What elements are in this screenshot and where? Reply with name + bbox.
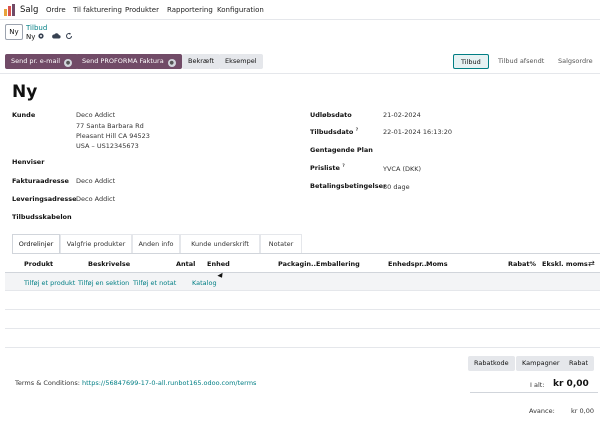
coupon-button[interactable]: Rabatkode <box>468 356 515 371</box>
record-title[interactable]: Ny <box>12 82 37 102</box>
quote-template-label: Tilbudsskabelon <box>12 213 72 221</box>
total-label: I alt: <box>530 381 545 389</box>
customer-country: USA – US12345673 <box>76 142 139 150</box>
expiry-field[interactable]: 21-02-2024 <box>383 111 421 119</box>
menu-konfiguration[interactable]: Konfiguration <box>217 6 264 14</box>
new-button[interactable]: Ny <box>5 24 23 40</box>
tab-kunde-underskrift[interactable]: Kunde underskrift <box>180 234 260 253</box>
menu-ordre[interactable]: Ordre <box>46 6 66 14</box>
delivery-address-field[interactable]: Deco Addict <box>76 195 115 203</box>
col-antal[interactable]: Antal <box>176 260 195 268</box>
discard-icon[interactable] <box>65 32 73 40</box>
col-moms[interactable]: Moms <box>426 260 448 268</box>
breadcrumb-parent[interactable]: Tilbud <box>26 24 47 32</box>
status-tilbud[interactable]: Tilbud <box>453 54 489 69</box>
delivery-address-label: Leveringsadresse <box>12 195 77 203</box>
total-value: kr 0,00 <box>553 379 589 389</box>
pricelist-label: Prisliste ? <box>310 164 345 173</box>
tab-divider <box>12 253 600 254</box>
col-emballering[interactable]: Emballering <box>316 260 360 268</box>
total-divider <box>470 392 598 393</box>
menu-produkter[interactable]: Produkter <box>125 6 159 14</box>
gear-icon[interactable] <box>37 32 45 40</box>
customer-city: Pleasant Hill CA 94523 <box>76 132 150 140</box>
margin-label: Avance: <box>529 407 555 415</box>
quote-date-field[interactable]: 22-01-2024 16:13:20 <box>383 128 452 136</box>
customer-name[interactable]: Deco Addict <box>76 111 115 119</box>
col-rabat[interactable]: Rabat% <box>508 260 536 268</box>
pricelist-field[interactable]: YVCA (DKK) <box>383 165 421 173</box>
payment-terms-field[interactable]: 30 dage <box>383 183 410 191</box>
shortcut-icon: ● <box>64 59 73 67</box>
divider <box>0 73 600 74</box>
col-produkt[interactable]: Produkt <box>24 260 53 268</box>
quote-date-label: Tilbudsdato ? <box>310 128 359 137</box>
row-divider <box>5 290 600 291</box>
confirm-button[interactable]: Bekræft <box>182 54 220 69</box>
payment-terms-label: Betalingsbetingelser <box>310 182 387 190</box>
expiry-label: Udløbsdato <box>310 111 352 119</box>
col-beskrivelse[interactable]: Beskrivelse <box>88 260 130 268</box>
add-note-link[interactable]: Tilføj et notat <box>133 279 176 287</box>
sales-app-icon[interactable] <box>4 4 16 16</box>
recurring-plan-label: Gentagende Plan <box>310 146 373 154</box>
breadcrumb-current: Ny <box>26 33 36 41</box>
customer-street: 77 Santa Barbara Rd <box>76 122 144 130</box>
app-name[interactable]: Salg <box>20 5 38 15</box>
invoice-address-label: Fakturaadresse <box>12 177 69 185</box>
col-enhedspris[interactable]: Enhedspr... <box>388 260 429 268</box>
col-packaging[interactable]: Packagin... <box>278 260 318 268</box>
cloud-upload-icon[interactable] <box>52 32 61 40</box>
col-enhed[interactable]: Enhed <box>207 260 230 268</box>
menu-rapportering[interactable]: Rapportering <box>167 6 213 14</box>
catalog-link[interactable]: Katalog <box>192 279 217 287</box>
tab-valgfrie-produkter[interactable]: Valgfrie produkter <box>60 234 132 253</box>
add-section-link[interactable]: Tilføj en sektion <box>78 279 129 287</box>
customer-label: Kunde <box>12 111 36 119</box>
send-proforma-button[interactable]: Send PROFORMA Faktura ● <box>76 54 182 69</box>
tab-anden-info[interactable]: Anden info <box>132 234 180 253</box>
row-divider <box>5 309 600 310</box>
help-icon[interactable]: ? <box>342 164 345 169</box>
send-email-button[interactable]: Send pr. e-mail ● <box>5 54 79 69</box>
status-tilbud-afsendt[interactable]: Tilbud afsendt <box>498 54 544 69</box>
shortcut-icon: ● <box>167 59 176 67</box>
margin-value: kr 0,00 <box>571 407 594 415</box>
preview-button[interactable]: Eksempel <box>219 54 263 69</box>
column-settings-icon[interactable]: ⇄ <box>588 259 595 268</box>
tab-notater[interactable]: Notater <box>260 234 302 253</box>
row-divider <box>5 328 600 329</box>
terms-link[interactable]: https://56847699-17-0-all.runbot165.odoo… <box>82 379 256 387</box>
row-divider <box>5 347 600 348</box>
col-ekskl-moms[interactable]: Ekskl. moms <box>542 260 588 268</box>
status-salgsordre[interactable]: Salgsordre <box>558 54 593 69</box>
top-navbar: Salg Ordre Til fakturering Produkter Rap… <box>0 0 600 20</box>
referrer-label: Henviser <box>12 158 45 166</box>
promotions-button[interactable]: Kampagner <box>516 356 566 371</box>
terms-conditions: Terms & Conditions: https://56847699-17-… <box>15 379 257 387</box>
invoice-address-field[interactable]: Deco Addict <box>76 177 115 185</box>
discount-button[interactable]: Rabat <box>563 356 595 371</box>
help-icon[interactable]: ? <box>356 128 359 133</box>
menu-til-fakturering[interactable]: Til fakturering <box>73 6 122 14</box>
tab-ordrelinjer[interactable]: Ordrelinjer <box>12 234 60 253</box>
add-product-link[interactable]: Tilføj et produkt <box>24 279 75 287</box>
